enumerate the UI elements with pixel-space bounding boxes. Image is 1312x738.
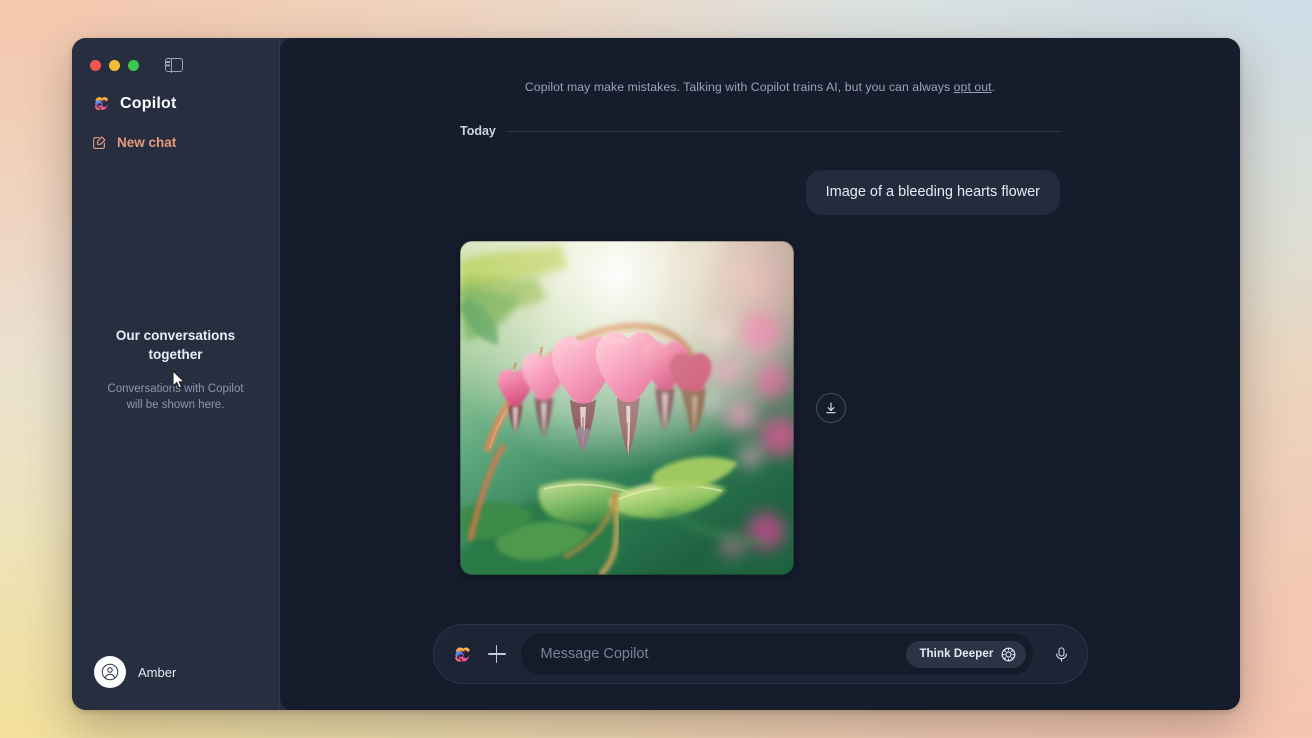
think-deeper-label: Think Deeper (919, 648, 993, 660)
message-row-assistant (460, 241, 1060, 575)
download-image-button[interactable] (816, 393, 846, 423)
day-divider-line (508, 131, 1060, 132)
generated-image[interactable] (460, 241, 794, 575)
person-avatar-icon (101, 663, 119, 681)
compose-pencil-icon (92, 135, 107, 150)
sidebar-empty-state: Our conversations together Conversations… (72, 150, 279, 710)
brand-name: Copilot (120, 95, 177, 113)
voice-input-button[interactable] (1049, 641, 1075, 667)
ai-disclaimer: Copilot may make mistakes. Talking with … (460, 80, 1060, 94)
copilot-logo-icon (92, 94, 111, 113)
sidebar: Copilot New chat Our conversations toget… (72, 38, 280, 710)
minimize-window-button[interactable] (109, 60, 120, 71)
message-input[interactable] (541, 646, 897, 662)
chat-scroll-area[interactable]: Copilot may make mistakes. Talking with … (280, 38, 1240, 624)
new-chat-button[interactable]: New chat (72, 113, 279, 150)
opt-out-link[interactable]: opt out (954, 80, 992, 94)
microphone-icon (1053, 646, 1070, 663)
user-account-row[interactable]: Amber (72, 656, 279, 710)
sidebar-empty-subtitle: Conversations with Copilot will be shown… (101, 381, 251, 413)
day-divider-label: Today (460, 124, 496, 138)
avatar (94, 656, 126, 688)
window-controls (72, 38, 279, 76)
maximize-window-button[interactable] (128, 60, 139, 71)
chat-main-panel: Copilot may make mistakes. Talking with … (280, 38, 1240, 710)
message-row-user: Image of a bleeding hearts flower (460, 170, 1060, 215)
disclaimer-text-end: . (992, 80, 995, 94)
brand: Copilot (72, 76, 279, 113)
bleeding-hearts-illustration (460, 241, 794, 575)
copilot-app-window: Copilot New chat Our conversations toget… (72, 38, 1240, 710)
think-deeper-icon (1001, 647, 1016, 662)
day-divider: Today (460, 124, 1060, 138)
copilot-logo-icon[interactable] (452, 644, 473, 665)
user-message-bubble: Image of a bleeding hearts flower (806, 170, 1060, 215)
new-chat-label: New chat (117, 135, 176, 150)
add-attachment-button[interactable] (487, 644, 507, 664)
sidebar-toggle-icon[interactable] (165, 58, 183, 72)
think-deeper-button[interactable]: Think Deeper (906, 641, 1025, 668)
composer-area: Think Deeper (280, 624, 1240, 710)
sidebar-empty-title: Our conversations together (101, 327, 251, 364)
user-name: Amber (138, 665, 176, 680)
message-input-shell: Think Deeper (521, 633, 1033, 675)
disclaimer-text: Copilot may make mistakes. Talking with … (525, 80, 954, 94)
close-window-button[interactable] (90, 60, 101, 71)
composer: Think Deeper (433, 624, 1088, 684)
download-icon (824, 401, 838, 415)
